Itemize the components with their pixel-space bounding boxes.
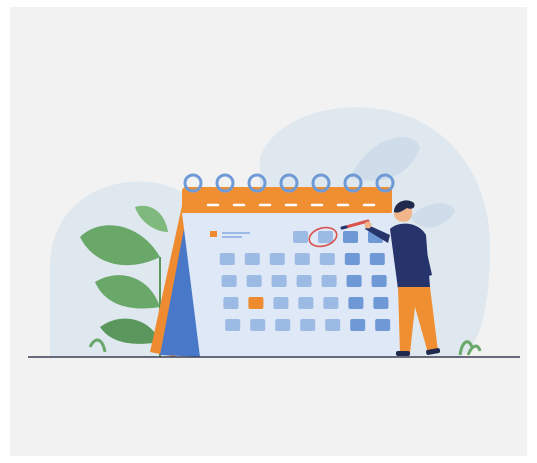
calendar-day-cell xyxy=(296,275,312,287)
illustration-frame xyxy=(10,7,527,456)
calendar-day-cell xyxy=(300,319,316,331)
calendar-day-cell xyxy=(271,275,287,287)
calendar-icon xyxy=(182,173,402,357)
calendar-day-cell xyxy=(350,319,366,331)
calendar-day-cell xyxy=(293,231,308,243)
calendar-day-cell xyxy=(323,297,339,309)
calendar-day-cell xyxy=(319,253,335,265)
calendar-day-cell xyxy=(375,319,391,331)
calendar-day-cell xyxy=(294,253,310,265)
calendar-day-cell xyxy=(246,275,262,287)
calendar-day-cell xyxy=(344,253,360,265)
calendar-day-cell xyxy=(221,275,237,287)
calendar-day-cell xyxy=(348,297,364,309)
calendar-day-cell xyxy=(346,275,362,287)
calendar-day-cell xyxy=(250,319,266,331)
calendar-day-cell xyxy=(225,319,241,331)
calendar-day-cell xyxy=(318,231,333,243)
calendar-day-cell xyxy=(371,275,387,287)
calendar-day-cell xyxy=(275,319,291,331)
calendar-day-cell xyxy=(325,319,341,331)
calendar-day-cell xyxy=(343,231,358,243)
calendar-day-cell xyxy=(273,297,289,309)
calendar-day-cell xyxy=(244,253,260,265)
calendar-day-cell xyxy=(373,297,389,309)
calendar-day-cell xyxy=(223,297,239,309)
calendar-day-cell xyxy=(369,253,385,265)
calendar-day-cell xyxy=(321,275,337,287)
calendar-day-cell xyxy=(269,253,285,265)
calendar-day-cell xyxy=(248,297,264,309)
calendar-day-cell xyxy=(298,297,314,309)
calendar-scene xyxy=(28,107,520,358)
calendar-day-cell xyxy=(219,253,235,265)
